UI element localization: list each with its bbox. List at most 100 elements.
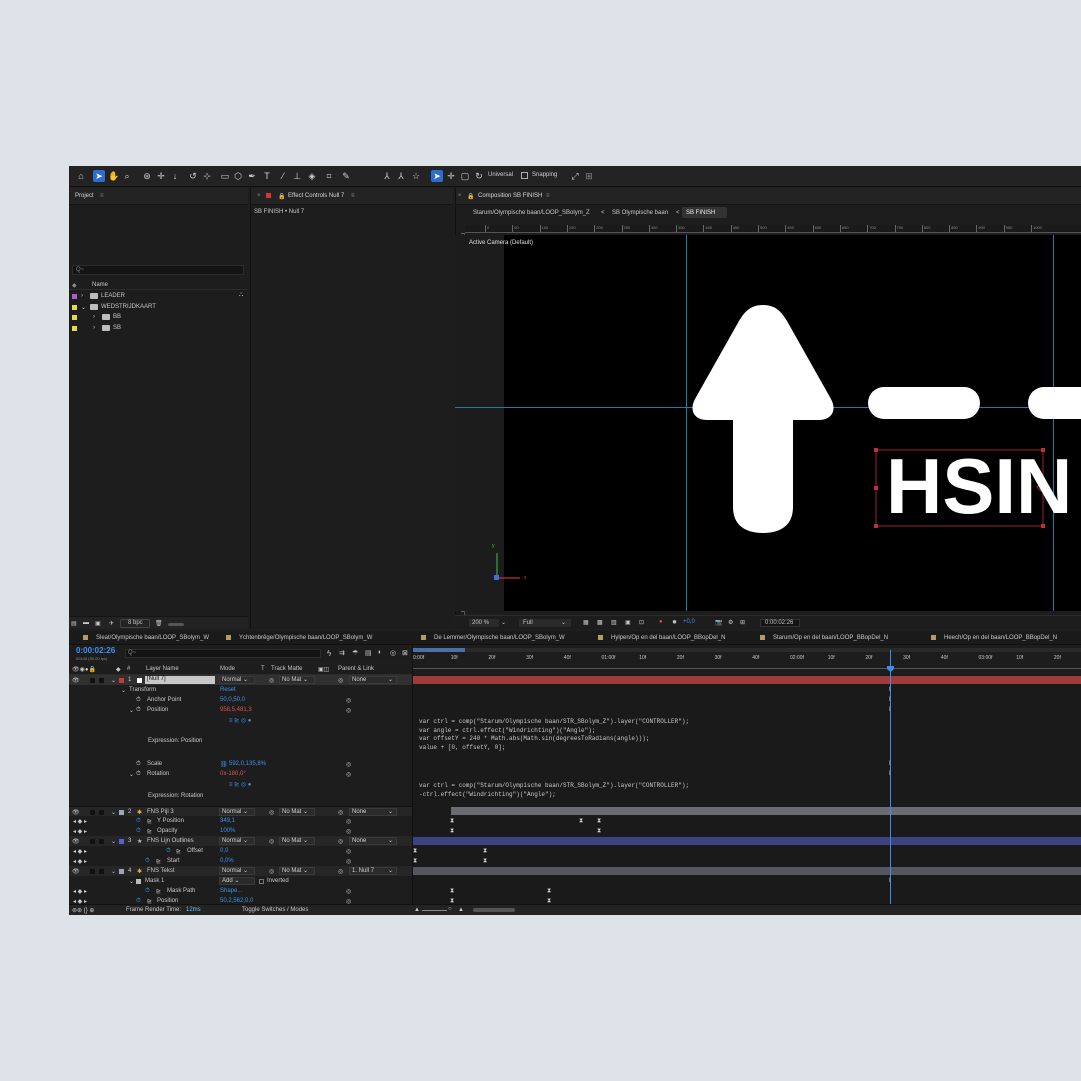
move-icon[interactable]: ✛ [445, 170, 457, 182]
property-value[interactable]: 592,0,135,8% [229, 761, 266, 767]
inverted-checkbox[interactable] [259, 879, 264, 884]
graph-icon[interactable]: ⊵ [156, 858, 161, 865]
chevron-down-icon[interactable]: ⌄ [111, 838, 116, 845]
pick-whip-icon[interactable]: ◎ [346, 707, 351, 714]
label-color-swatch[interactable] [72, 304, 77, 310]
resolution-dropdown[interactable]: Full ⌄ [519, 619, 571, 627]
property-value[interactable]: 0,0 [220, 848, 228, 854]
property-value[interactable]: 349,1 [220, 818, 235, 824]
work-area-range[interactable] [413, 648, 465, 652]
solo-toggle[interactable] [90, 869, 95, 874]
solo-toggle[interactable] [90, 810, 95, 815]
track-matte-dropdown[interactable]: No Mat ⌄ [279, 808, 315, 816]
rotate-tool-icon[interactable]: ↺ [187, 170, 199, 182]
clone-stamp-icon[interactable]: ⊥ [291, 170, 303, 182]
type-tool-icon[interactable]: T [261, 170, 273, 182]
keyframe-marker[interactable]: ⧗ [413, 848, 417, 854]
select-cursor-icon[interactable]: ➤ [431, 170, 443, 182]
mode-dropdown[interactable]: Normal ⌄ [219, 837, 255, 845]
expression-line[interactable]: var offsetY = 240 * Math.abs(Math.sin(de… [419, 735, 649, 742]
graph-editor-icon[interactable]: ◎ [390, 649, 396, 657]
label-color-swatch[interactable] [72, 315, 77, 320]
property-anchor-point[interactable]: ⏱ Anchor Point 50,0,50,0 ◎ [69, 695, 412, 705]
stopwatch-icon[interactable]: ⏱ [136, 697, 141, 704]
property-start[interactable]: ◂ ◆ ▸ ⏱ ⊵ Start 0,0% ◎ [69, 856, 412, 866]
pick-whip-icon[interactable]: ◎ [346, 858, 351, 865]
property-opacity[interactable]: ◂ ◆ ▸ ⏱ ⊵ Opacity 100% ◎ [69, 826, 412, 836]
comp-tab[interactable]: Heech/Op en del baan/LOOP_BBopDel_N [944, 635, 1057, 641]
grid-guides-icon[interactable]: ▣ [625, 619, 631, 626]
universal-label[interactable]: Universal [488, 172, 513, 178]
project-item[interactable]: › LEADER ⛬ [69, 292, 248, 301]
time-ruler[interactable]: 0:00f 10f 20f 30f 40f 01:00f 10f 20f 30f 40f 02:00… [412, 645, 1081, 675]
work-area-bar[interactable] [413, 648, 1081, 652]
layer-bar-fns-tekst[interactable] [413, 867, 1081, 875]
stopwatch-icon[interactable]: ⏱ [136, 771, 141, 778]
stopwatch-icon[interactable]: ⏱ [136, 707, 141, 714]
expression-line[interactable]: var ctrl = comp("Starum/Olympische baan/… [419, 782, 689, 789]
eye-icon[interactable]: 👁 [72, 838, 80, 845]
puppet-pin-icon[interactable]: ✎ [340, 170, 352, 182]
solo-toggle[interactable] [90, 678, 95, 683]
panel-menu-icon[interactable]: ≡ [546, 193, 550, 199]
mode-dropdown[interactable]: Normal ⌄ [219, 676, 255, 684]
graph-icon[interactable]: ⊵ [147, 828, 152, 835]
name-column-header[interactable]: Name [92, 282, 108, 288]
expression-line[interactable]: var angle = ctrl.effect("Windrichting")(… [419, 727, 595, 734]
chevron-down-icon[interactable]: ⌄ [129, 707, 134, 714]
pan-behind-icon[interactable]: ⊹ [201, 170, 213, 182]
expression-line[interactable]: -ctrl.effect("Windrichting")("Angle"); [419, 791, 556, 798]
layer-bar-fns-lijn-outlines[interactable] [413, 837, 1081, 845]
pick-whip-icon[interactable]: ◎ [346, 848, 351, 855]
composition-title[interactable]: Composition SB FINISH [478, 193, 542, 199]
keyframe-marker[interactable]: ⧗ [579, 818, 583, 824]
zoom-handle-icon[interactable]: ○ [448, 906, 452, 912]
panel-menu-icon[interactable]: ≡ [351, 193, 355, 199]
layer-label-color[interactable] [119, 678, 124, 683]
render-toggle-icons[interactable]: ⊚⊛ {} ⊕ [72, 907, 94, 914]
keyframe-nav-icon[interactable]: ◂ ◆ ▸ [73, 888, 87, 895]
effect-controls-title[interactable]: Effect Controls Null 7 [288, 193, 344, 199]
layer-name-field[interactable]: [Null 7] [145, 676, 215, 684]
flowchart-icon[interactable]: ✈ [109, 620, 114, 627]
layer-row-fns-tekst[interactable]: 👁 ⌄ 4 ✱ FNS Tekst Normal ⌄ ◎ No Mat ⌄ ◎ … [69, 866, 412, 876]
keyframe-marker[interactable]: ⧗ [450, 818, 454, 824]
timeline-tracks[interactable]: var ctrl = comp("Starum/Olympische baan/… [412, 675, 1081, 904]
draft-3d-icon[interactable]: ϟ [327, 649, 331, 658]
channel-icon[interactable]: ⊡ [639, 619, 644, 626]
brush-tool-icon[interactable]: ⁄ [277, 170, 289, 182]
lock-toggle[interactable] [99, 839, 104, 844]
layer-bar-null-7[interactable] [413, 676, 1081, 684]
view-axis-icon[interactable]: ☆ [410, 170, 422, 182]
viewer-timecode[interactable]: 0:00:02:26 [760, 619, 800, 627]
keyframe-marker[interactable]: ⧗ [597, 828, 601, 834]
parent-dropdown[interactable]: None ⌄ [349, 676, 397, 684]
lock-icon[interactable]: 🔒 [278, 193, 285, 200]
layer-label-color[interactable] [119, 869, 124, 874]
parent-dropdown[interactable]: None ⌄ [349, 837, 397, 845]
home-icon[interactable]: ⌂ [75, 170, 87, 182]
snapping-checkbox[interactable] [521, 172, 528, 179]
pick-whip-icon[interactable]: ◎ [346, 771, 351, 778]
pan-camera-icon[interactable]: ✛ [155, 170, 167, 182]
expression-rotation[interactable]: ≡ ⊵ ◎ ● Expression: Rotation [69, 779, 412, 806]
comp-tab[interactable]: De Lemmer/Olympische baan/LOOP_SBolym_W [434, 635, 565, 641]
property-rotation[interactable]: ⌄ ⏱ Rotation 0x-180,0° ◎ [69, 769, 412, 779]
lock-toggle[interactable] [99, 810, 104, 815]
keyframe-nav-icon[interactable]: ◂ ◆ ▸ [73, 848, 87, 855]
exposure-value[interactable]: +0,0 [683, 619, 695, 625]
eye-icon[interactable]: 👁 [72, 868, 80, 875]
zoom-dropdown[interactable]: 200 % [469, 619, 499, 627]
eye-icon[interactable]: 👁 [72, 677, 80, 684]
pick-whip-icon[interactable]: ◎ [346, 888, 351, 895]
layer-name-header[interactable]: Layer Name [146, 666, 179, 672]
graph-icon[interactable]: ⊵ [176, 848, 181, 855]
chevron-down-icon[interactable]: ⌄ [121, 687, 126, 694]
transform-group[interactable]: ⌄ Transform Reset [69, 685, 412, 695]
pick-whip-icon[interactable]: ◎ [338, 838, 343, 845]
pick-whip-icon[interactable]: ◎ [346, 697, 351, 704]
property-scale[interactable]: ⏱ Scale ⛓ 592,0,135,8% ◎ [69, 759, 412, 769]
track-matte-dropdown[interactable]: No Mat ⌄ [279, 867, 315, 875]
property-value[interactable]: 0x-180,0° [220, 771, 246, 777]
project-panel-title[interactable]: Project [75, 193, 94, 199]
